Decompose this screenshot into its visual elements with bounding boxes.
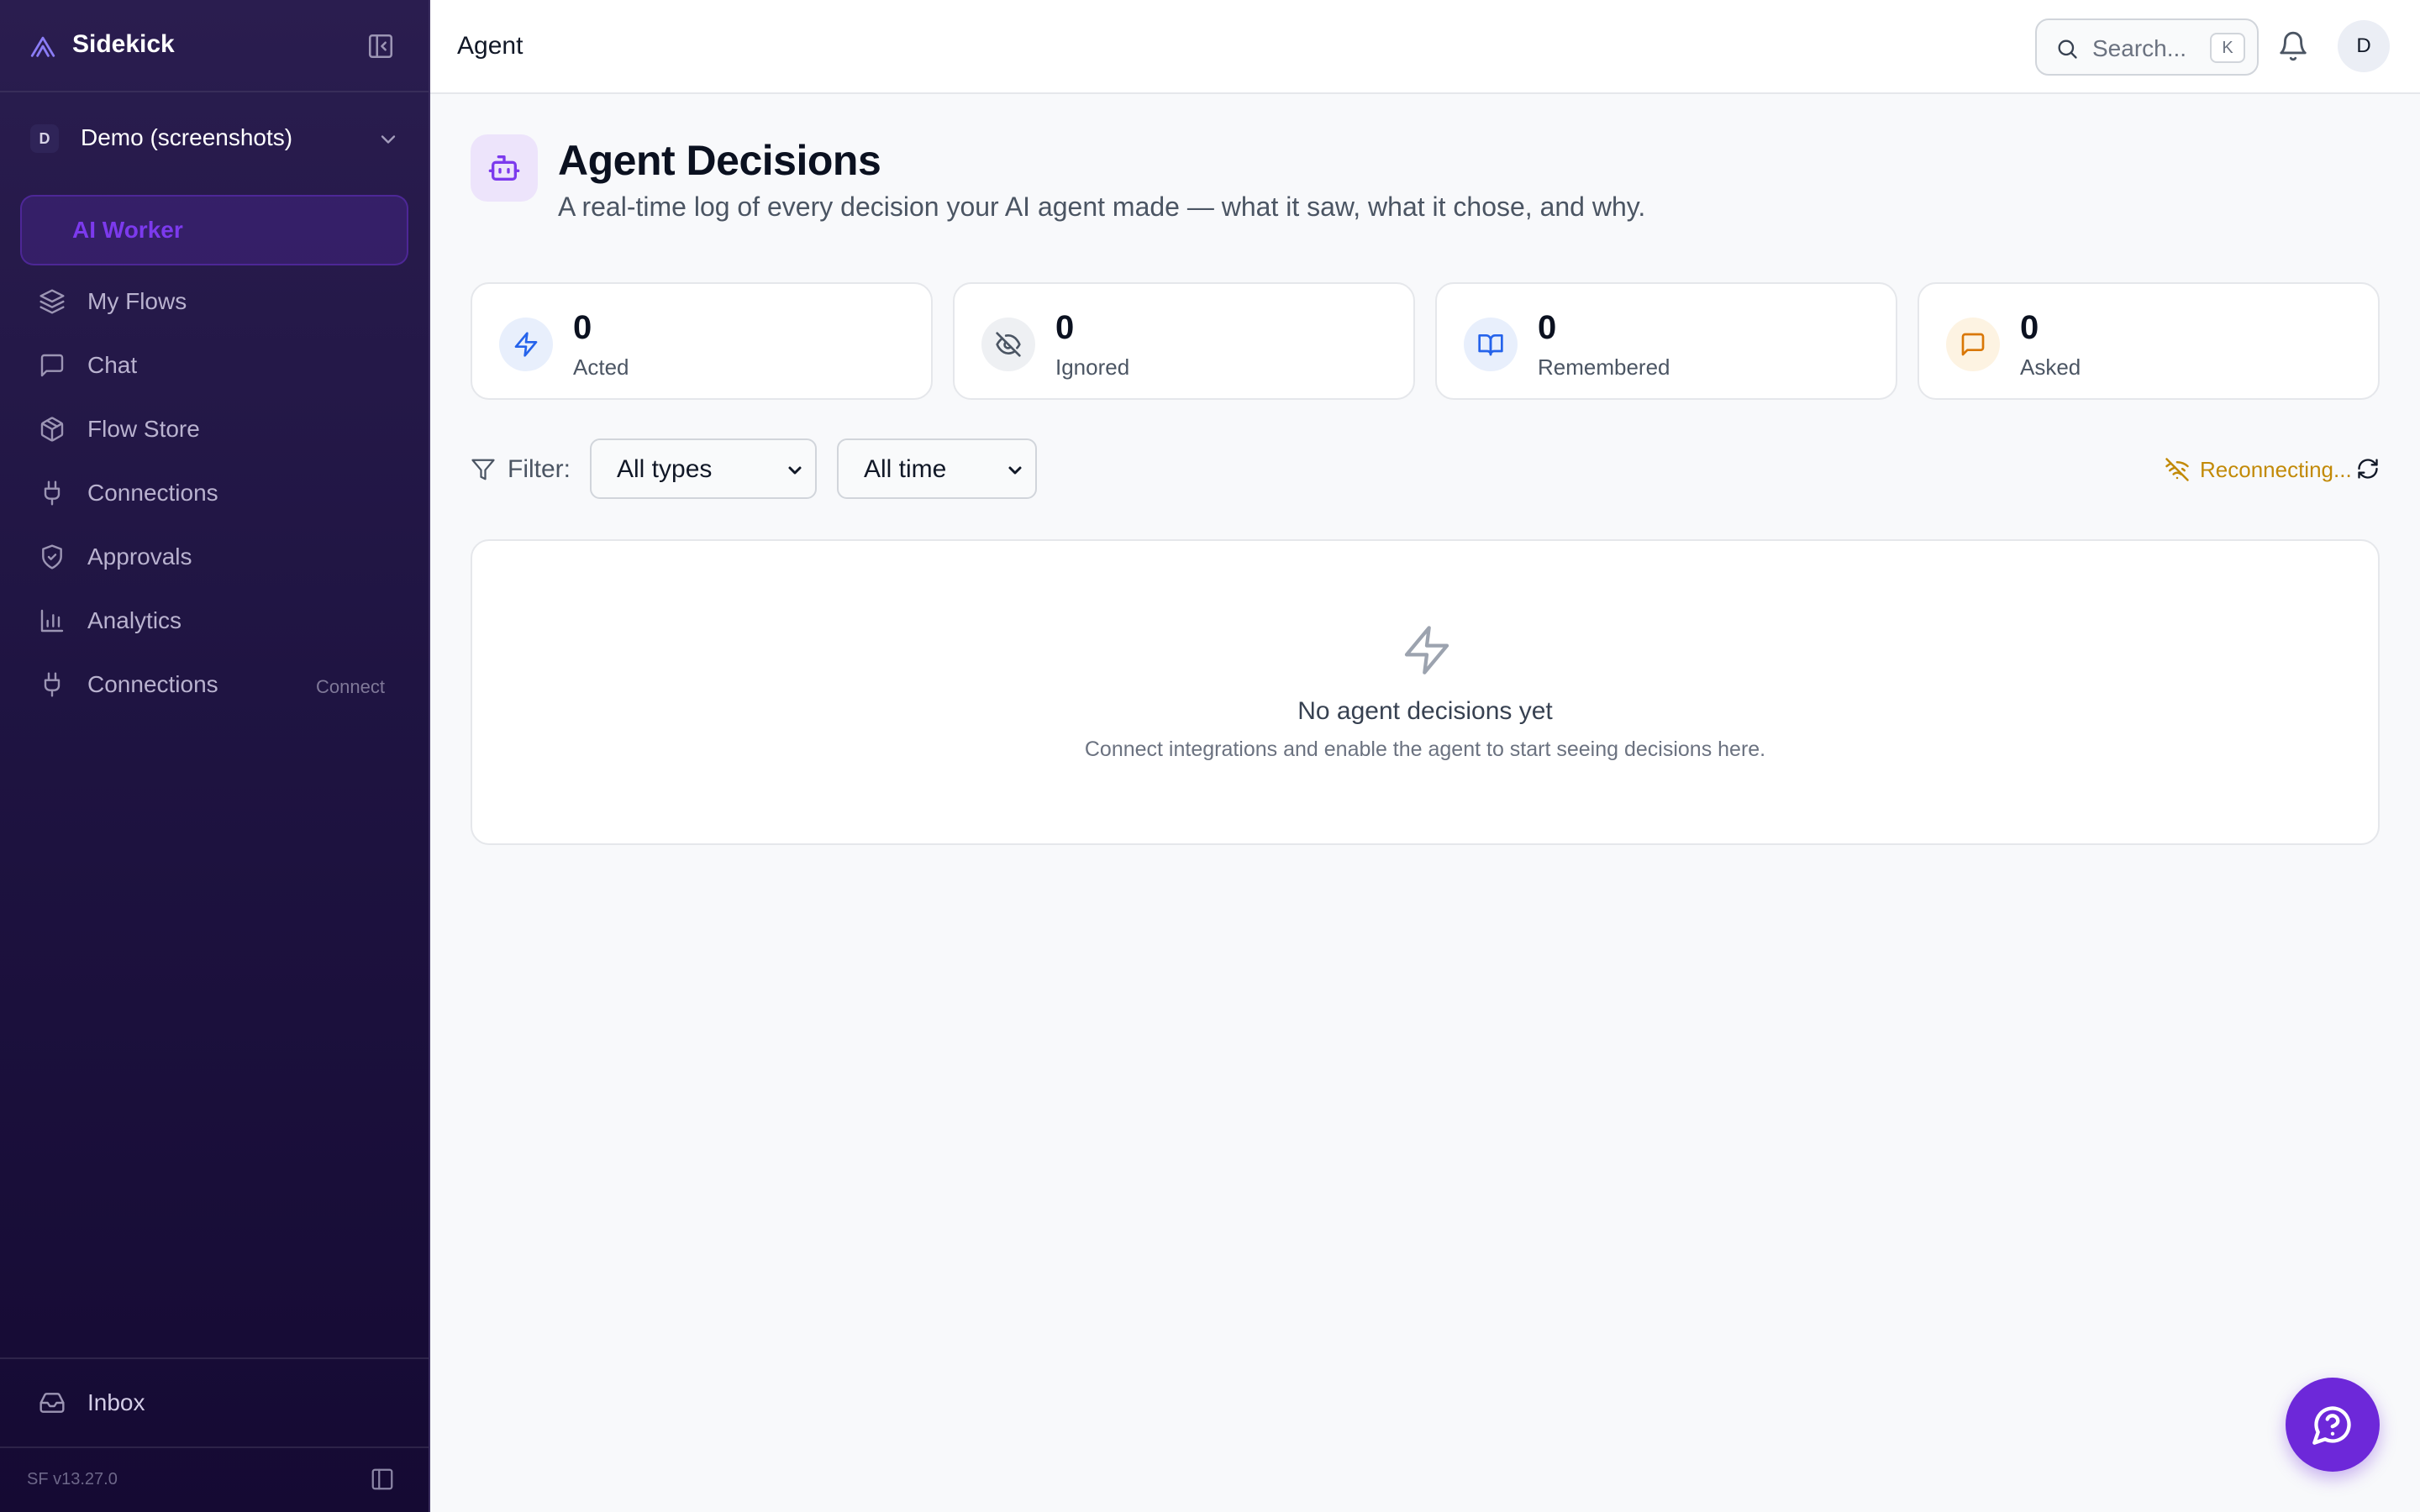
sidebar-item-label: AI Worker bbox=[72, 217, 183, 243]
stat-value: 0 bbox=[2020, 309, 2039, 346]
inbox-icon bbox=[39, 1393, 65, 1413]
stat-label: Ignored bbox=[1055, 354, 1130, 380]
shield-check-icon bbox=[42, 544, 62, 570]
chat-icon bbox=[40, 354, 64, 377]
filter-icon bbox=[471, 459, 495, 480]
stat-value: 0 bbox=[1538, 309, 1557, 346]
sidebar-item-label: Approvals bbox=[87, 543, 192, 570]
bell-icon[interactable] bbox=[2277, 30, 2309, 62]
bot-icon bbox=[488, 155, 520, 181]
sidebar-divider bbox=[0, 1446, 429, 1448]
zap-icon bbox=[514, 332, 538, 357]
message-square-icon bbox=[1961, 333, 1985, 356]
search-shortcut-key: K bbox=[2210, 33, 2245, 63]
wifi-off-icon bbox=[2165, 458, 2189, 481]
sidekick-logo-icon bbox=[30, 36, 55, 57]
workspace-name: Demo (screenshots) bbox=[81, 124, 293, 150]
stat-card-acted: 0 Acted bbox=[471, 282, 933, 400]
bar-chart-icon bbox=[40, 609, 64, 633]
stat-card-ignored: 0 Ignored bbox=[953, 282, 1415, 400]
help-chat-button[interactable] bbox=[2286, 1378, 2380, 1472]
sidebar-divider bbox=[0, 1357, 429, 1359]
plug-icon bbox=[44, 480, 60, 506]
search-placeholder: Search... bbox=[2092, 35, 2187, 61]
filter-label: Filter: bbox=[508, 455, 571, 483]
page-subtitle: A real-time log of every decision your A… bbox=[558, 192, 1646, 222]
chevron-down-icon bbox=[1008, 466, 1022, 475]
stat-label: Remembered bbox=[1538, 354, 1670, 380]
sidebar-item-label: My Flows bbox=[87, 288, 187, 314]
chevron-down-icon bbox=[381, 135, 396, 144]
stat-icon-wrap bbox=[981, 318, 1035, 371]
stat-icon-wrap bbox=[1946, 318, 2000, 371]
sidebar-item-label: Chat bbox=[87, 352, 138, 378]
stat-icon-wrap bbox=[499, 318, 553, 371]
user-avatar[interactable]: D bbox=[2338, 20, 2390, 72]
empty-state-description: Connect integrations and enable the agen… bbox=[1084, 738, 1766, 761]
sidebar-item-label: Connections bbox=[87, 671, 218, 697]
stat-label: Asked bbox=[2020, 354, 2081, 380]
stat-label: Acted bbox=[573, 354, 629, 380]
sidebar-item-analytics[interactable]: Analytics bbox=[20, 592, 408, 648]
search-input[interactable]: Search... K bbox=[2035, 18, 2259, 76]
sidebar-item-connections[interactable]: Connections bbox=[20, 465, 408, 520]
collapse-sidebar-icon[interactable] bbox=[366, 32, 395, 60]
workspace-switcher[interactable]: D Demo (screenshots) bbox=[20, 114, 407, 163]
refresh-icon[interactable] bbox=[2356, 457, 2380, 480]
sidebar-item-connections-connect[interactable]: Connections Connect bbox=[20, 656, 408, 711]
sidebar-item-inbox[interactable]: Inbox bbox=[20, 1374, 408, 1430]
book-open-icon bbox=[1478, 334, 1503, 356]
sidebar-item-chat[interactable]: Chat bbox=[20, 337, 408, 392]
stat-card-asked: 0 Asked bbox=[1918, 282, 2380, 400]
layers-icon bbox=[39, 289, 65, 314]
decisions-empty-state: No agent decisions yet Connect integrati… bbox=[471, 539, 2380, 845]
sidebar-item-label: Inbox bbox=[87, 1389, 145, 1415]
sidebar-item-label: Connections bbox=[87, 480, 218, 506]
connection-status: Reconnecting... bbox=[2200, 457, 2352, 482]
help-chat-icon bbox=[2312, 1406, 2351, 1445]
app-version: SF v13.27.0 bbox=[27, 1470, 118, 1488]
page-title: Agent Decisions bbox=[558, 137, 881, 184]
empty-state-title: No agent decisions yet bbox=[1297, 697, 1553, 725]
package-icon bbox=[40, 417, 64, 442]
top-bar: Agent Search... K D bbox=[430, 0, 2420, 94]
sidebar-item-ai-worker[interactable]: AI Worker bbox=[20, 195, 408, 265]
workspace-avatar: D bbox=[30, 124, 59, 153]
connect-badge: Connect bbox=[316, 676, 385, 697]
breadcrumb: Agent bbox=[457, 32, 523, 60]
zap-icon bbox=[1404, 626, 1449, 675]
chevron-down-icon bbox=[788, 466, 802, 475]
sidebar-item-label: Flow Store bbox=[87, 416, 200, 442]
sidebar-item-my-flows[interactable]: My Flows bbox=[20, 273, 408, 328]
sidebar-item-approvals[interactable]: Approvals bbox=[20, 528, 408, 584]
panel-left-icon[interactable] bbox=[370, 1467, 395, 1492]
stat-value: 0 bbox=[573, 309, 592, 346]
stat-card-remembered: 0 Remembered bbox=[1435, 282, 1897, 400]
sidebar-item-flow-store[interactable]: Flow Store bbox=[20, 401, 408, 456]
eye-off-icon bbox=[996, 332, 1021, 357]
page-icon bbox=[471, 134, 538, 202]
sidebar: Sidekick D Demo (screenshots) AI Worker … bbox=[0, 0, 430, 1512]
time-filter-select[interactable]: All time bbox=[837, 438, 1037, 499]
stat-icon-wrap bbox=[1464, 318, 1518, 371]
brand-row: Sidekick bbox=[0, 0, 429, 92]
plug-icon bbox=[44, 672, 60, 697]
search-icon bbox=[2058, 39, 2077, 59]
app-name: Sidekick bbox=[72, 30, 175, 58]
stat-value: 0 bbox=[1055, 309, 1075, 346]
sidebar-item-label: Analytics bbox=[87, 607, 182, 633]
type-filter-select[interactable]: All types bbox=[590, 438, 817, 499]
time-filter-value: All time bbox=[864, 455, 947, 483]
type-filter-value: All types bbox=[617, 455, 713, 483]
